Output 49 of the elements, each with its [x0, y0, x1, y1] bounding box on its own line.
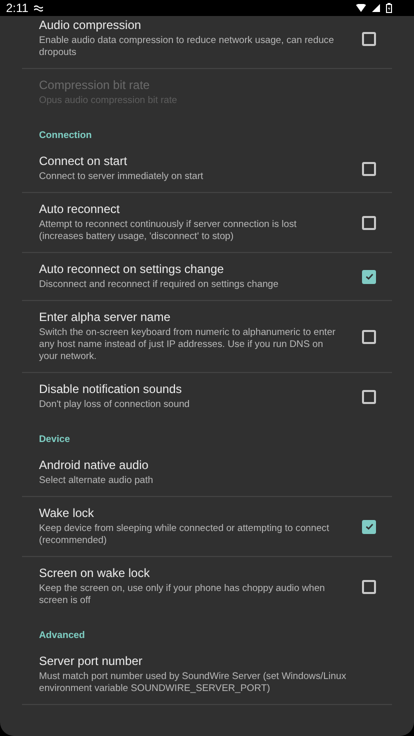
status-time: 2:11	[6, 1, 28, 15]
setting-summary: Disconnect and reconnect if required on settings change	[39, 279, 280, 291]
section-header: Device	[39, 434, 71, 445]
setting-title: Compression bit rate	[39, 78, 151, 93]
setting-title: Wake lock	[39, 506, 95, 521]
setting-row[interactable]: Auto reconnect Attempt to reconnect continuously if server connection is lost (increases battery usage, 'disconnect' to stop)	[22, 193, 392, 253]
setting-row[interactable]: Enter alpha server name Switch the on-screen keyboard from numeric to alphanumeric to enter any host name instead of just IP addresses. Use if you run DNS on your network.	[22, 301, 392, 373]
notification-icon	[34, 4, 44, 12]
setting-summary: Connect to server immediately on start	[39, 171, 204, 183]
section-header: Advanced	[39, 630, 86, 641]
setting-summary: Keep device from sleeping while connected or attempting to connect (recommended)	[39, 523, 330, 547]
setting-row[interactable]: Android native audio Select alternate audio path	[22, 449, 392, 497]
setting-row[interactable]: Wake lock Keep device from sleeping while connected or attempting to connect (recommended)	[22, 497, 392, 557]
setting-title: Screen on wake lock	[39, 566, 151, 581]
setting-title: Android native audio	[39, 458, 150, 473]
checkbox[interactable]	[362, 162, 376, 176]
checkbox[interactable]	[362, 520, 376, 534]
setting-title: Connect on start	[39, 154, 128, 169]
wifi-icon	[356, 4, 366, 12]
setting-summary: Enable audio data compression to reduce network usage, can reduce dropouts	[39, 35, 335, 59]
setting-row[interactable]: Disable notification sounds Don't play loss of connection sound	[22, 373, 392, 420]
setting-title: Server port number	[39, 654, 144, 669]
setting-summary: Keep the screen on, use only if your phone has choppy audio when screen is off	[39, 583, 326, 607]
checkbox[interactable]	[362, 32, 376, 46]
setting-row[interactable]: Auto reconnect on settings change Disconnect and reconnect if required on settings change	[22, 253, 392, 301]
battery-icon	[386, 3, 392, 13]
setting-summary: Attempt to reconnect continuously if server connection is lost (increases battery usage, 'disconnect' to stop)	[39, 219, 298, 243]
setting-title: Audio compression	[39, 18, 142, 33]
section-header: Connection	[39, 130, 93, 141]
checkbox[interactable]	[362, 216, 376, 230]
checkbox[interactable]	[362, 330, 376, 344]
setting-row[interactable]: Audio compression Enable audio data compression to reduce network usage, can reduce dropouts	[22, 16, 392, 69]
setting-title: Disable notification sounds	[39, 382, 183, 397]
setting-row[interactable]: Server port number Must match port number used by SoundWire Server (set Windows/Linux environment variable SOUNDWIRE_SERVER_PORT)	[22, 645, 392, 705]
setting-row[interactable]: Screen on wake lock Keep the screen on, use only if your phone has choppy audio when screen is off	[22, 557, 392, 616]
setting-title: Auto reconnect	[39, 202, 121, 217]
checkmark-icon	[364, 522, 374, 531]
setting-title: Enter alpha server name	[39, 310, 172, 325]
checkmark-icon	[364, 272, 374, 281]
signal-icon	[372, 4, 380, 12]
checkbox[interactable]	[362, 390, 376, 404]
setting-summary: Select alternate audio path	[39, 475, 154, 487]
setting-summary: Don't play loss of connection sound	[39, 399, 191, 411]
setting-row[interactable]: Connect on start Connect to server immediately on start	[22, 145, 392, 193]
checkbox[interactable]	[362, 270, 376, 284]
setting-summary: Switch the on-screen keyboard from numeric to alphanumeric to enter any host name instead of just IP addresses. Use if you run DNS on your network.	[39, 327, 336, 363]
setting-summary: Must match port number used by SoundWire Server (set Windows/Linux environment variable SOUNDWIRE_SERVER_PORT)	[39, 671, 348, 695]
checkbox[interactable]	[362, 580, 376, 594]
setting-title: Auto reconnect on settings change	[39, 262, 225, 277]
